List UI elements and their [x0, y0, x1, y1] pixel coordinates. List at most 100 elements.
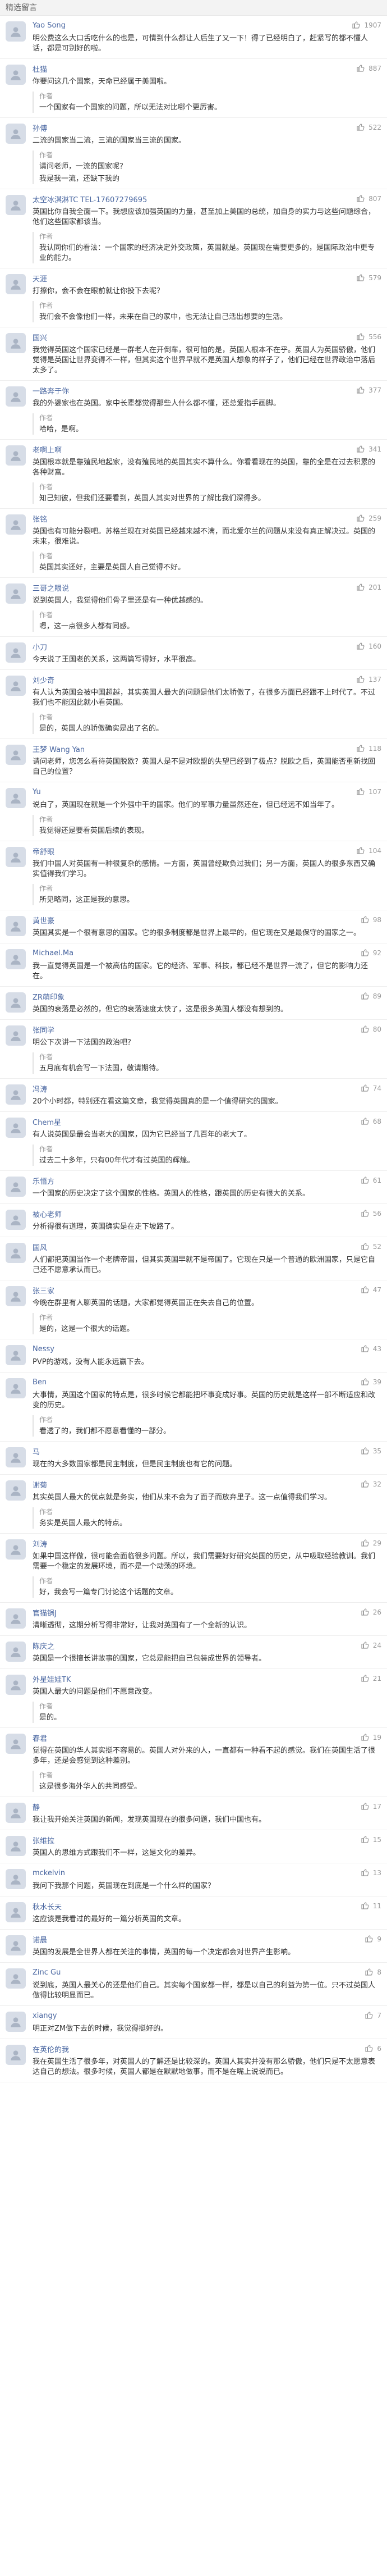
thumb-up-icon	[361, 1344, 370, 1355]
commenter-name[interactable]: 官猫锅J	[33, 1607, 57, 1618]
like-button[interactable]: 556	[356, 332, 381, 343]
commenter-name[interactable]: 孙傅	[33, 122, 47, 133]
like-button[interactable]: 47	[361, 1285, 381, 1296]
commenter-name[interactable]: 刘涛	[33, 1538, 47, 1549]
commenter-name[interactable]: xiangy	[33, 2012, 57, 2020]
comment-item: Yao Song 1907 明公费这么大口舌吃什么的也是，可情到什么都让人后生了又一…	[0, 16, 387, 59]
like-button[interactable]: 6	[365, 2044, 381, 2054]
like-button[interactable]: 13	[361, 1868, 381, 1879]
comment-text: 打擦你，会不会在眼前就让你投下去呢？	[33, 287, 164, 295]
commenter-name[interactable]: Nessy	[33, 1345, 54, 1353]
like-button[interactable]: 137	[356, 674, 381, 685]
commenter-name[interactable]: 杜猫	[33, 63, 47, 74]
like-button[interactable]: 80	[361, 1024, 381, 1035]
like-button[interactable]: 15	[361, 1835, 381, 1845]
like-button[interactable]: 259	[356, 513, 381, 524]
commenter-name[interactable]: 乐悟方	[33, 1175, 54, 1186]
like-button[interactable]: 201	[356, 582, 381, 593]
like-button[interactable]: 29	[361, 1538, 381, 1549]
like-button[interactable]: 522	[356, 122, 381, 133]
commenter-name[interactable]: Yao Song	[33, 21, 66, 30]
like-button[interactable]: 35	[361, 1446, 381, 1457]
commenter-name[interactable]: 在英伦的我	[33, 2044, 69, 2054]
like-button[interactable]: 887	[356, 63, 381, 74]
commenter-name[interactable]: 谢菊	[33, 1479, 47, 1490]
like-button[interactable]: 19	[361, 1732, 381, 1743]
commenter-name[interactable]: 刘少奇	[33, 674, 54, 685]
author-reply: 作者 所见略同，这正是我的意思。	[33, 884, 381, 905]
comment-text: 英国其实是一个很有意思的国家。它的很多制度都是世界上最早的，但它现在又是最保守的…	[33, 929, 361, 937]
commenter-name[interactable]: 张维拉	[33, 1835, 54, 1845]
comment-item: 王梦 Wang Yan 118 请问老师，您怎么看待英国脱欧？英国人是不是对欧盟的失…	[0, 739, 387, 782]
like-button[interactable]: 24	[361, 1640, 381, 1651]
like-button[interactable]: 341	[356, 444, 381, 455]
commenter-name[interactable]: 天涯	[33, 273, 47, 284]
like-button[interactable]: 21	[361, 1674, 381, 1684]
commenter-name[interactable]: 秋水长天	[33, 1901, 62, 1912]
commenter-name[interactable]: 帝舒眼	[33, 846, 54, 856]
like-button[interactable]: 68	[361, 1116, 381, 1127]
commenter-name[interactable]: 春君	[33, 1732, 47, 1743]
like-button[interactable]: 61	[361, 1175, 381, 1186]
like-button[interactable]: 43	[361, 1344, 381, 1355]
thumb-up-icon	[356, 194, 365, 204]
like-count: 6	[377, 2045, 381, 2053]
like-button[interactable]: 1907	[352, 20, 381, 31]
commenter-name[interactable]: 王梦 Wang Yan	[33, 744, 85, 754]
commenter-name[interactable]: 张铭	[33, 513, 47, 524]
like-button[interactable]: 807	[356, 194, 381, 204]
commenter-name[interactable]: ZR萌印象	[33, 991, 64, 1002]
avatar	[6, 1447, 26, 1467]
commenter-name[interactable]: Michael.Ma	[33, 949, 73, 958]
like-count: 7	[377, 2012, 381, 2019]
like-button[interactable]: 104	[356, 846, 381, 856]
like-button[interactable]: 118	[356, 744, 381, 754]
like-button[interactable]: 89	[361, 991, 381, 1002]
like-button[interactable]: 8	[365, 1967, 381, 1978]
commenter-name[interactable]: 国兴	[33, 332, 47, 343]
reply-label: 作者	[39, 1577, 53, 1585]
comment-text: 20个小时都，特别还在看这篇文章，我觉得英国真的是一个值得研究的国家。	[33, 1097, 283, 1106]
like-button[interactable]: 56	[361, 1209, 381, 1219]
commenter-name[interactable]: 张同学	[33, 1024, 54, 1035]
comment-header: 张维拉 15	[33, 1835, 381, 1845]
like-button[interactable]: 92	[361, 948, 381, 959]
commenter-name[interactable]: 被心老师	[33, 1209, 62, 1219]
commenter-name[interactable]: Yu	[33, 788, 41, 796]
commenter-name[interactable]: 国风	[33, 1242, 47, 1252]
commenter-name[interactable]: 老啊上啊	[33, 444, 62, 455]
commenter-name[interactable]: 太空冰淇淋TC TEL-17607279695	[33, 194, 147, 204]
like-button[interactable]: 26	[361, 1607, 381, 1618]
like-button[interactable]: 160	[356, 641, 381, 652]
like-button[interactable]: 98	[361, 915, 381, 925]
commenter-name[interactable]: 陈庆之	[33, 1640, 54, 1651]
like-button[interactable]: 7	[365, 2010, 381, 2021]
like-button[interactable]: 9	[365, 1934, 381, 1945]
like-button[interactable]: 32	[361, 1479, 381, 1490]
like-button[interactable]: 377	[356, 385, 381, 396]
commenter-name[interactable]: 三哥之眼说	[33, 582, 69, 593]
commenter-name[interactable]: Zinc Gu	[33, 1968, 61, 1977]
author-reply: 作者 务实是英国人最大的特点。	[33, 1507, 381, 1529]
commenter-name[interactable]: 张三家	[33, 1285, 54, 1296]
like-button[interactable]: 11	[361, 1901, 381, 1912]
commenter-name[interactable]: 一路奔于你	[33, 385, 69, 396]
comment-item: 孙傅 522 二流的国家当二流，三流的国家当三流的国家。 作者 请问老师，一流的国家呢？…	[0, 118, 387, 189]
thumb-up-icon	[356, 674, 365, 685]
commenter-name[interactable]: 诺晨	[33, 1934, 47, 1945]
like-button[interactable]: 579	[356, 273, 381, 284]
commenter-name[interactable]: 小刀	[33, 641, 47, 652]
like-button[interactable]: 39	[361, 1377, 381, 1388]
like-button[interactable]: 107	[356, 787, 381, 797]
commenter-name[interactable]: Ben	[33, 1378, 47, 1387]
commenter-name[interactable]: 静	[33, 1802, 40, 1812]
commenter-name[interactable]: 冯涛	[33, 1083, 47, 1094]
commenter-name[interactable]: 外星娃娃TK	[33, 1674, 71, 1684]
commenter-name[interactable]: Chem星	[33, 1116, 61, 1127]
commenter-name[interactable]: mckelvin	[33, 1869, 65, 1877]
like-button[interactable]: 52	[361, 1242, 381, 1252]
commenter-name[interactable]: 黄世豪	[33, 915, 54, 925]
like-button[interactable]: 17	[361, 1802, 381, 1812]
commenter-name[interactable]: 马	[33, 1446, 40, 1457]
like-button[interactable]: 74	[361, 1083, 381, 1094]
